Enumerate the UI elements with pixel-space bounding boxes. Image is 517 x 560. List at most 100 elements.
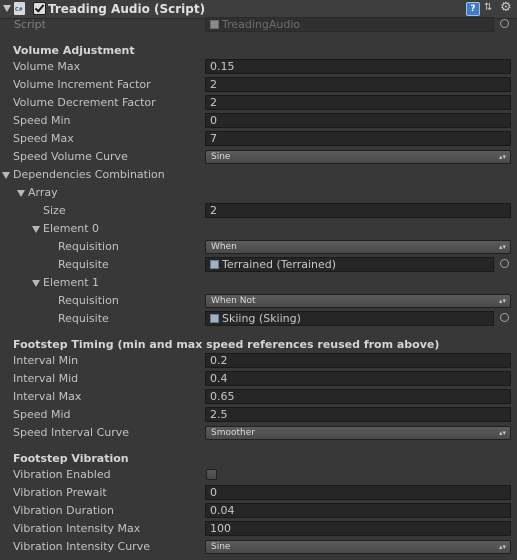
section-header-footstep-timing: Footstep Timing (min and max speed refer… <box>13 338 440 351</box>
script-file-icon <box>210 20 219 29</box>
gear-icon[interactable]: ⚙ <box>500 1 512 15</box>
volume-decrement-label: Volume Decrement Factor <box>13 96 156 109</box>
speed-interval-curve-value: Smoother <box>211 428 255 438</box>
speed-volume-curve-label: Speed Volume Curve <box>13 150 128 163</box>
element-0-requisite-row: Requisite Terrained (Terrained) <box>0 256 517 274</box>
volume-decrement-field[interactable]: 2 <box>205 95 511 110</box>
vibration-duration-row: Vibration Duration 0.04 <box>0 502 517 520</box>
speed-max-label: Speed Max <box>13 132 74 145</box>
element-0-label: Element 0 <box>43 222 100 235</box>
vibration-intensity-curve-value: Sine <box>211 542 231 552</box>
speed-max-row: Speed Max 7 <box>0 130 517 148</box>
vibration-intensity-curve-dropdown[interactable]: Sine ▴▾ <box>205 540 511 554</box>
speed-min-field[interactable]: 0 <box>205 113 511 128</box>
dropdown-arrows-icon: ▴▾ <box>498 543 506 551</box>
requisition-dropdown[interactable]: When ▴▾ <box>205 240 511 254</box>
foldout-arrow-icon[interactable] <box>17 190 25 197</box>
vibration-prewait-label: Vibration Prewait <box>13 486 107 499</box>
volume-max-field[interactable]: 0.15 <box>205 59 511 74</box>
component-title: Treading Audio (Script) <box>48 2 206 16</box>
interval-max-field[interactable]: 0.65 <box>205 389 511 404</box>
preset-icon[interactable]: ⇅ <box>484 3 494 13</box>
requisite-field[interactable]: Terrained (Terrained) <box>205 257 494 272</box>
scriptable-object-icon <box>210 314 219 323</box>
requisition-label: Requisition <box>58 294 119 307</box>
element-1-label: Element 1 <box>43 276 100 289</box>
speed-interval-curve-dropdown[interactable]: Smoother ▴▾ <box>205 426 511 440</box>
help-icon[interactable]: ? <box>466 2 480 16</box>
requisite-value: Skiing (Skiing) <box>222 312 301 325</box>
array-label: Array <box>28 186 58 199</box>
object-picker-icon[interactable] <box>500 19 509 28</box>
interval-max-label: Interval Max <box>13 390 82 403</box>
dependencies-row[interactable]: Dependencies Combination <box>0 166 517 184</box>
speed-mid-row: Speed Mid 2.5 <box>0 406 517 424</box>
element-1-requisition-row: Requisition When Not ▴▾ <box>0 292 517 310</box>
interval-mid-field[interactable]: 0.4 <box>205 371 511 386</box>
vibration-intensity-max-field[interactable]: 100 <box>205 521 511 536</box>
speed-max-field[interactable]: 7 <box>205 131 511 146</box>
foldout-arrow-icon[interactable] <box>32 280 40 287</box>
script-value: TreadingAudio <box>222 18 301 31</box>
dropdown-arrows-icon: ▴▾ <box>498 243 506 251</box>
size-label: Size <box>43 204 66 217</box>
vibration-intensity-max-row: Vibration Intensity Max 100 <box>0 520 517 538</box>
requisite-value: Terrained (Terrained) <box>222 258 337 271</box>
interval-min-label: Interval Min <box>13 354 79 367</box>
requisite-field[interactable]: Skiing (Skiing) <box>205 311 494 326</box>
dependencies-label: Dependencies Combination <box>13 168 165 181</box>
volume-increment-field[interactable]: 2 <box>205 77 511 92</box>
element-1-row[interactable]: Element 1 <box>0 274 517 292</box>
speed-mid-field[interactable]: 2.5 <box>205 407 511 422</box>
vibration-intensity-curve-row: Vibration Intensity Curve Sine ▴▾ <box>0 538 517 556</box>
vibration-enabled-checkbox[interactable] <box>206 469 217 480</box>
speed-volume-curve-value: Sine <box>211 152 231 162</box>
speed-mid-label: Speed Mid <box>13 408 71 421</box>
array-row[interactable]: Array <box>0 184 517 202</box>
requisition-label: Requisition <box>58 240 119 253</box>
vibration-prewait-row: Vibration Prewait 0 <box>0 484 517 502</box>
interval-min-field[interactable]: 0.2 <box>205 353 511 368</box>
speed-volume-curve-row: Speed Volume Curve Sine ▴▾ <box>0 148 517 166</box>
scriptable-object-icon <box>210 260 219 269</box>
vibration-prewait-field[interactable]: 0 <box>205 485 511 500</box>
vibration-intensity-curve-label: Vibration Intensity Curve <box>13 540 150 553</box>
speed-min-row: Speed Min 0 <box>0 112 517 130</box>
section-header-volume: Volume Adjustment <box>13 44 135 57</box>
requisition-dropdown[interactable]: When Not ▴▾ <box>205 294 511 308</box>
foldout-arrow-icon[interactable] <box>3 5 11 12</box>
script-row: Script TreadingAudio <box>0 16 517 34</box>
foldout-arrow-icon[interactable] <box>2 172 10 179</box>
volume-max-label: Volume Max <box>13 60 81 73</box>
interval-mid-row: Interval Mid 0.4 <box>0 370 517 388</box>
script-field: TreadingAudio <box>205 17 494 32</box>
speed-interval-curve-label: Speed Interval Curve <box>13 426 130 439</box>
vibration-enabled-row: Vibration Enabled <box>0 466 517 484</box>
size-row: Size 2 <box>0 202 517 220</box>
foldout-arrow-icon[interactable] <box>32 226 40 233</box>
dropdown-arrows-icon: ▴▾ <box>498 153 506 161</box>
speed-min-label: Speed Min <box>13 114 71 127</box>
size-field[interactable]: 2 <box>205 203 511 218</box>
speed-interval-curve-row: Speed Interval Curve Smoother ▴▾ <box>0 424 517 442</box>
interval-min-row: Interval Min 0.2 <box>0 352 517 370</box>
volume-increment-label: Volume Increment Factor <box>13 78 151 91</box>
volume-decrement-row: Volume Decrement Factor 2 <box>0 94 517 112</box>
requisition-value: When <box>211 242 237 252</box>
requisition-value: When Not <box>211 296 256 306</box>
volume-max-row: Volume Max 0.15 <box>0 58 517 76</box>
element-1-requisite-row: Requisite Skiing (Skiing) <box>0 310 517 328</box>
csharp-script-icon <box>14 2 25 15</box>
dropdown-arrows-icon: ▴▾ <box>498 429 506 437</box>
vibration-enabled-label: Vibration Enabled <box>13 468 111 481</box>
speed-volume-curve-dropdown[interactable]: Sine ▴▾ <box>205 150 511 164</box>
component-enabled-checkbox[interactable] <box>33 2 46 15</box>
vibration-duration-field[interactable]: 0.04 <box>205 503 511 518</box>
requisite-label: Requisite <box>58 312 109 325</box>
vibration-intensity-max-label: Vibration Intensity Max <box>13 522 141 535</box>
object-picker-icon[interactable] <box>500 313 509 322</box>
element-0-row[interactable]: Element 0 <box>0 220 517 238</box>
object-picker-icon[interactable] <box>500 259 509 268</box>
requisite-label: Requisite <box>58 258 109 271</box>
section-header-footstep-vibration: Footstep Vibration <box>13 452 129 465</box>
